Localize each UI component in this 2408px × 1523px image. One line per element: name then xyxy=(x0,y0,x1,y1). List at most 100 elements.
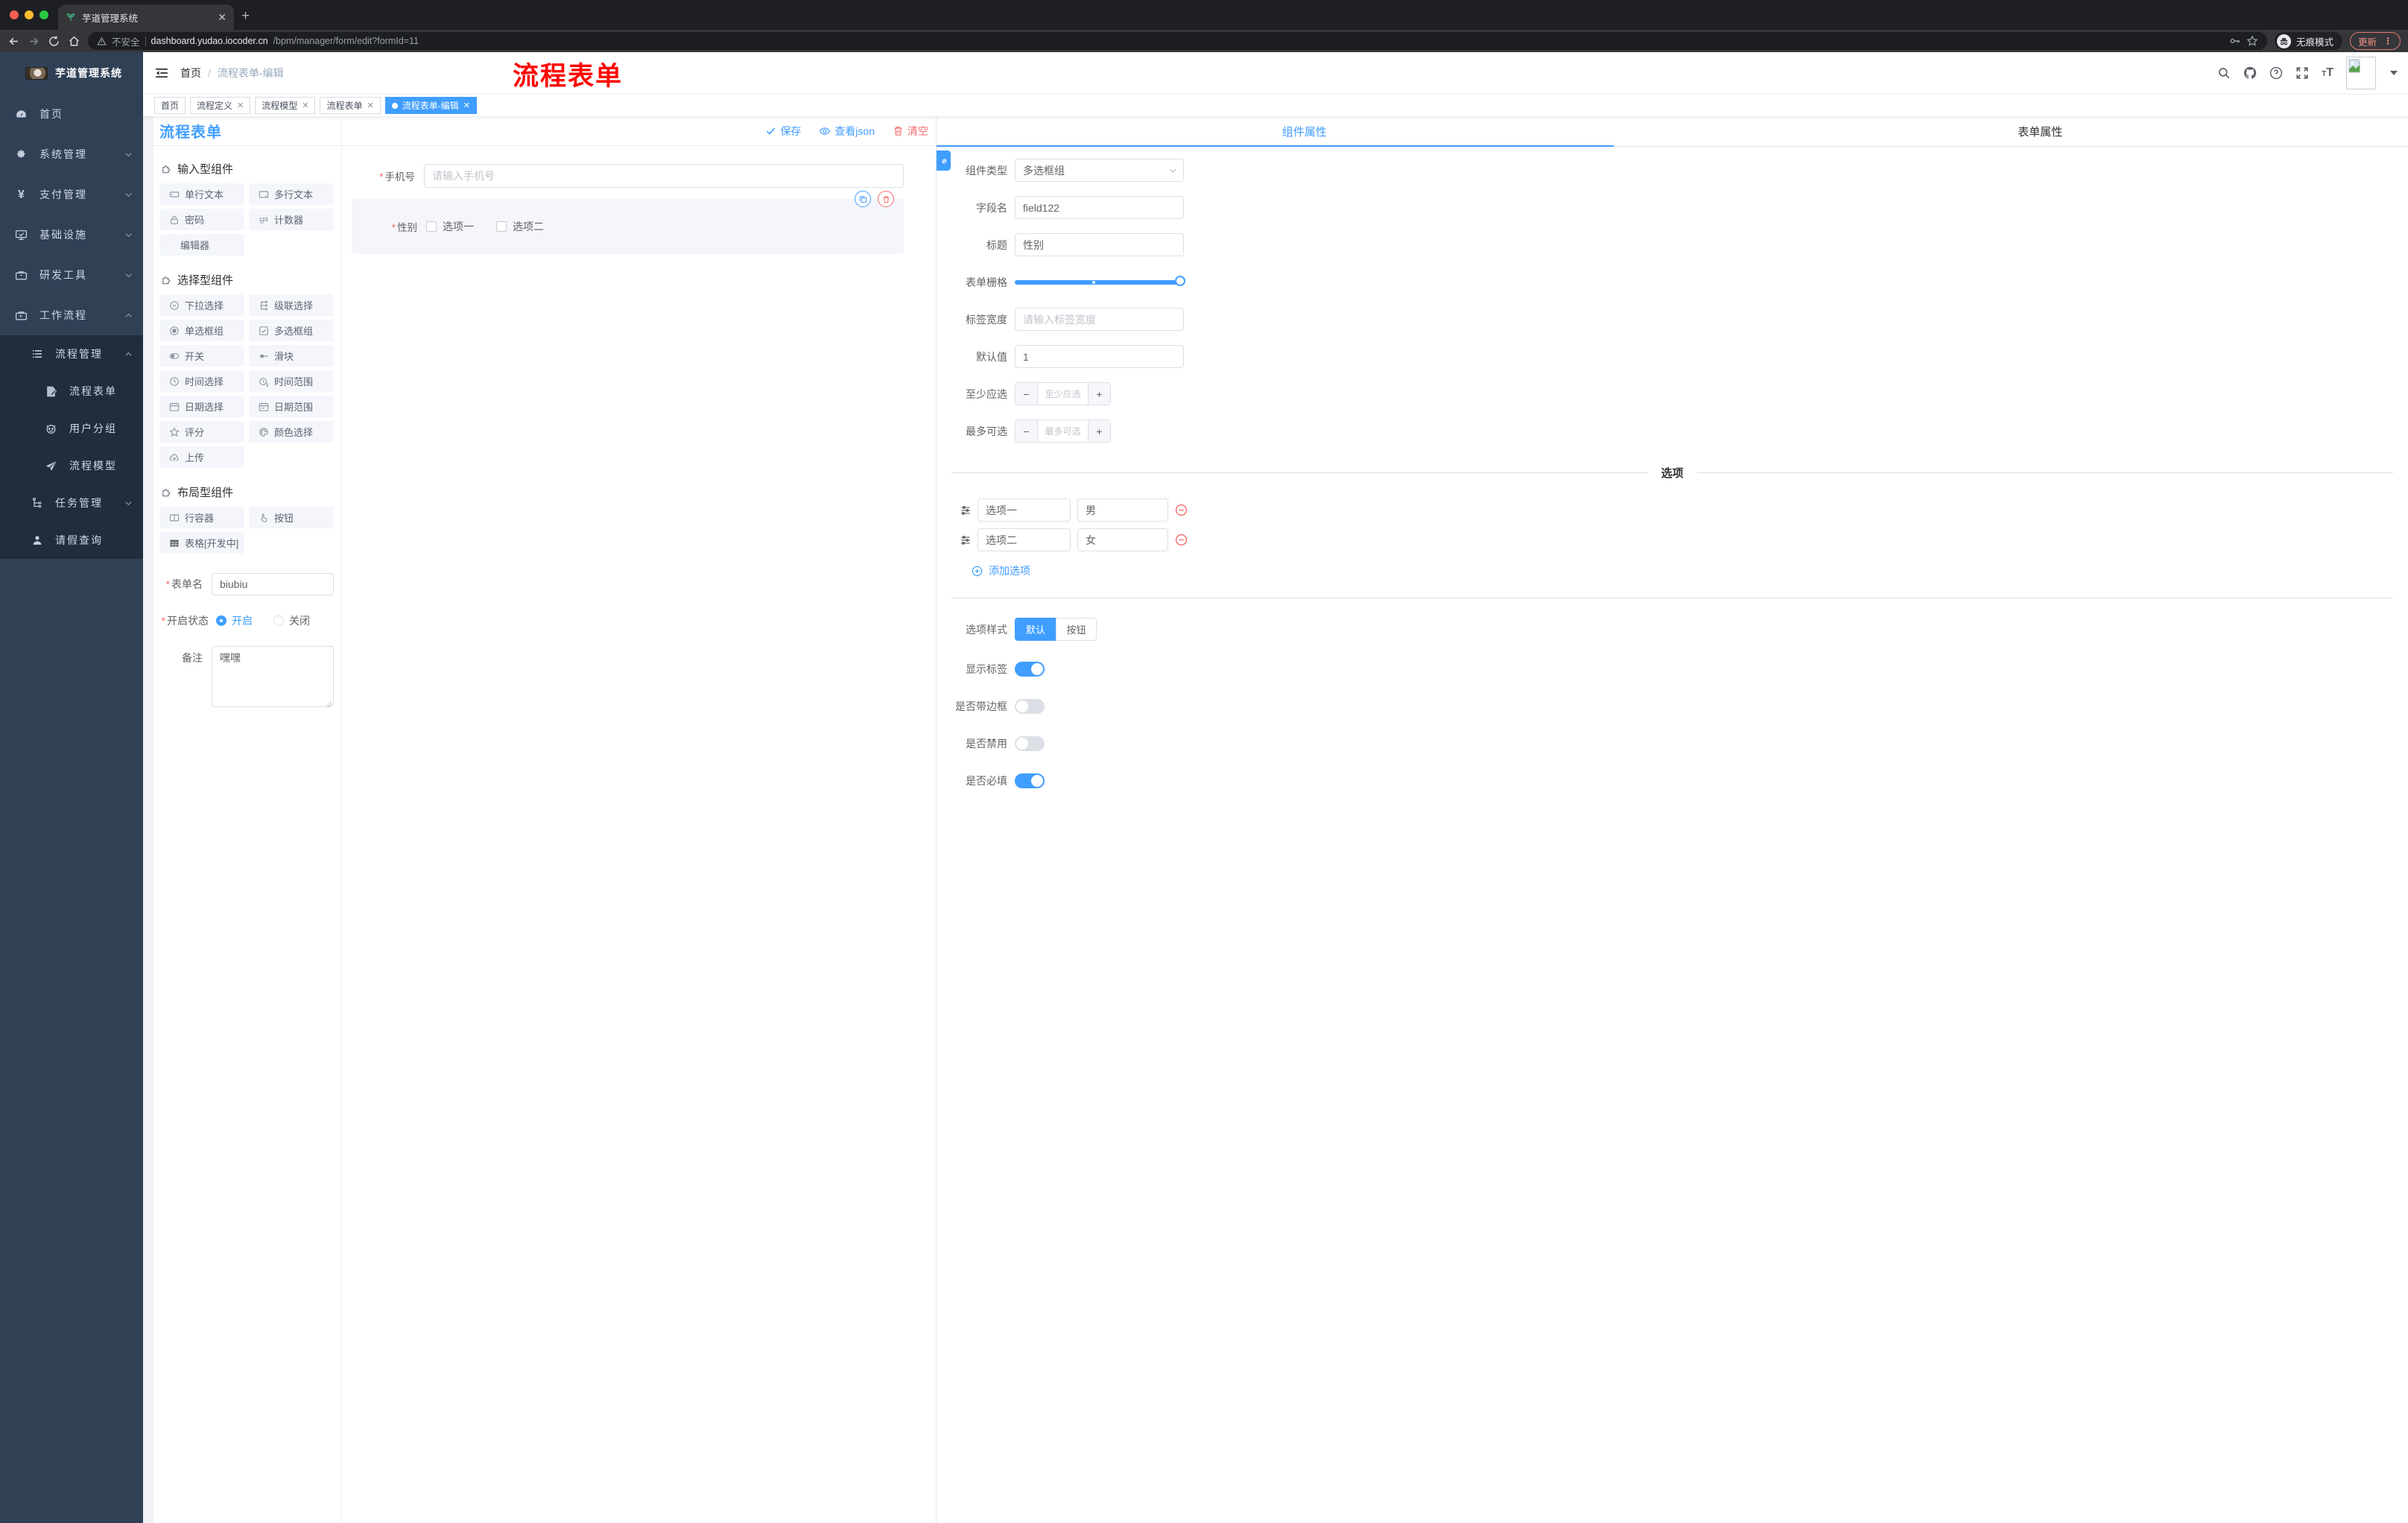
option-style-default[interactable]: 默认 xyxy=(1015,618,1056,641)
component-switch[interactable]: 开关 xyxy=(159,345,244,367)
password-key-icon[interactable] xyxy=(2229,35,2241,47)
bookmark-star-icon[interactable] xyxy=(2246,35,2258,47)
component-select[interactable]: 下拉选择 xyxy=(159,294,244,316)
tag-close-icon[interactable]: ✕ xyxy=(237,101,244,110)
label-width-input[interactable] xyxy=(1015,308,1184,331)
tab-close-icon[interactable]: ✕ xyxy=(218,12,226,22)
component-password[interactable]: 密码 xyxy=(159,209,244,230)
remove-option-icon[interactable] xyxy=(1175,504,1188,516)
update-button[interactable]: 更新 ⋮ xyxy=(2349,32,2401,50)
form-name-input[interactable] xyxy=(212,573,334,595)
font-size-icon[interactable]: TT xyxy=(2322,67,2333,79)
tag-close-icon[interactable]: ✕ xyxy=(367,101,374,110)
tab-form-props[interactable]: 表单属性 xyxy=(1673,116,2408,146)
selected-component-gender[interactable]: * 性别 选项一 选项二 xyxy=(352,191,904,254)
back-icon[interactable] xyxy=(7,35,20,48)
status-radio-on[interactable]: 开启 xyxy=(216,613,253,628)
component-checkbox-group[interactable]: 多选框组 xyxy=(249,320,334,341)
component-editor[interactable]: 编辑器 xyxy=(159,234,244,256)
tab-component-props[interactable]: 组件属性 xyxy=(937,116,1673,146)
forward-icon[interactable] xyxy=(28,35,40,48)
sidebar-item-user-group[interactable]: 用户分组 xyxy=(0,410,143,447)
copy-component-button[interactable] xyxy=(855,191,871,207)
disabled-toggle[interactable] xyxy=(1015,736,1045,751)
component-date-picker[interactable]: 日期选择 xyxy=(159,396,244,417)
new-tab-button[interactable]: + xyxy=(241,9,250,23)
component-table[interactable]: 表格[开发中] xyxy=(159,532,244,554)
avatar-dropdown-icon[interactable] xyxy=(2390,71,2398,75)
component-button[interactable]: 按钮 xyxy=(249,507,334,528)
minimize-window-button[interactable] xyxy=(25,10,34,19)
component-cascader[interactable]: 级联选择 xyxy=(249,294,334,316)
min-select-value[interactable]: 至少应选 xyxy=(1038,383,1088,405)
tag-process-model[interactable]: 流程模型 ✕ xyxy=(255,97,316,114)
grid-slider[interactable] xyxy=(1015,270,1185,294)
add-option-button[interactable]: 添加选项 xyxy=(972,563,2408,578)
component-color-picker[interactable]: 颜色选择 xyxy=(249,421,334,443)
status-radio-off[interactable]: 关闭 xyxy=(273,613,310,628)
resize-grip[interactable] xyxy=(325,700,332,707)
window-controls[interactable] xyxy=(10,10,48,19)
field-name-input[interactable] xyxy=(1015,196,1184,219)
increase-button[interactable]: + xyxy=(1088,383,1110,405)
sidebar-item-workflow[interactable]: 工作流程 xyxy=(0,295,143,335)
component-slider[interactable]: 滑块 xyxy=(249,345,334,367)
maximize-window-button[interactable] xyxy=(39,10,48,19)
component-textarea[interactable]: 多行文本 xyxy=(249,183,334,205)
component-row-container[interactable]: 行容器 xyxy=(159,507,244,528)
tag-process-form-edit[interactable]: 流程表单-编辑 ✕ xyxy=(384,97,477,114)
view-json-button[interactable]: 查看json xyxy=(819,124,875,139)
gender-option-2[interactable]: 选项二 xyxy=(496,219,544,234)
decrease-button[interactable]: − xyxy=(1016,420,1038,442)
tag-home[interactable]: 首页 xyxy=(154,97,186,114)
component-time-picker[interactable]: 时间选择 xyxy=(159,370,244,392)
gender-option-1[interactable]: 选项一 xyxy=(426,219,474,234)
sidebar-item-payment[interactable]: ¥ 支付管理 xyxy=(0,174,143,215)
sidebar-item-process-mgmt[interactable]: 流程管理 xyxy=(0,335,143,373)
tag-process-definition[interactable]: 流程定义 ✕ xyxy=(190,97,251,114)
drag-handle-icon[interactable] xyxy=(960,535,971,545)
save-button[interactable]: 保存 xyxy=(765,124,801,139)
option-label-input[interactable] xyxy=(978,528,1071,551)
sidebar-item-home[interactable]: 首页 xyxy=(0,94,143,134)
tag-close-icon[interactable]: ✕ xyxy=(302,101,308,110)
url-bar[interactable]: 不安全 dashboard.yudao.iocoder.cn/bpm/manag… xyxy=(88,32,2267,50)
title-input[interactable] xyxy=(1015,233,1184,256)
help-icon[interactable] xyxy=(2269,66,2283,80)
breadcrumb-home[interactable]: 首页 xyxy=(180,66,201,80)
component-type-select[interactable]: 多选框组 xyxy=(1015,159,1184,182)
github-icon[interactable] xyxy=(2243,66,2257,80)
border-toggle[interactable] xyxy=(1015,699,1045,714)
phone-field-row[interactable]: * 手机号 xyxy=(352,164,904,188)
show-label-toggle[interactable] xyxy=(1015,662,1045,677)
browser-menu-icon[interactable]: ⋮ xyxy=(2383,36,2392,46)
tag-close-icon[interactable]: ✕ xyxy=(463,101,470,110)
link-handle[interactable] xyxy=(937,151,951,171)
form-remark-textarea[interactable]: 嘿嘿 xyxy=(212,646,334,707)
sidebar-item-process-model[interactable]: 流程模型 xyxy=(0,447,143,484)
tag-process-form[interactable]: 流程表单 ✕ xyxy=(320,97,381,114)
sidebar-item-infra[interactable]: 基础设施 xyxy=(0,215,143,255)
reload-icon[interactable] xyxy=(48,35,60,48)
component-radio-group[interactable]: 单选框组 xyxy=(159,320,244,341)
component-single-text[interactable]: 单行文本 xyxy=(159,183,244,205)
component-counter[interactable]: 123 计数器 xyxy=(249,209,334,230)
required-toggle[interactable] xyxy=(1015,773,1045,788)
default-value-input[interactable] xyxy=(1015,345,1184,368)
delete-component-button[interactable] xyxy=(878,191,894,207)
increase-button[interactable]: + xyxy=(1088,420,1110,442)
avatar[interactable] xyxy=(2346,57,2376,89)
component-date-range[interactable]: 日期范围 xyxy=(249,396,334,417)
close-window-button[interactable] xyxy=(10,10,19,19)
decrease-button[interactable]: − xyxy=(1016,383,1038,405)
remove-option-icon[interactable] xyxy=(1175,533,1188,546)
search-icon[interactable] xyxy=(2217,66,2231,80)
clear-button[interactable]: 清空 xyxy=(893,124,928,139)
sidebar-item-system[interactable]: 系统管理 xyxy=(0,134,143,174)
component-time-range[interactable]: 时间范围 xyxy=(249,370,334,392)
home-icon[interactable] xyxy=(68,35,80,48)
phone-field-input[interactable] xyxy=(424,164,904,188)
option-label-input[interactable] xyxy=(978,498,1071,522)
sidebar-item-process-form[interactable]: 流程表单 xyxy=(0,373,143,410)
option-value-input[interactable] xyxy=(1077,498,1168,522)
